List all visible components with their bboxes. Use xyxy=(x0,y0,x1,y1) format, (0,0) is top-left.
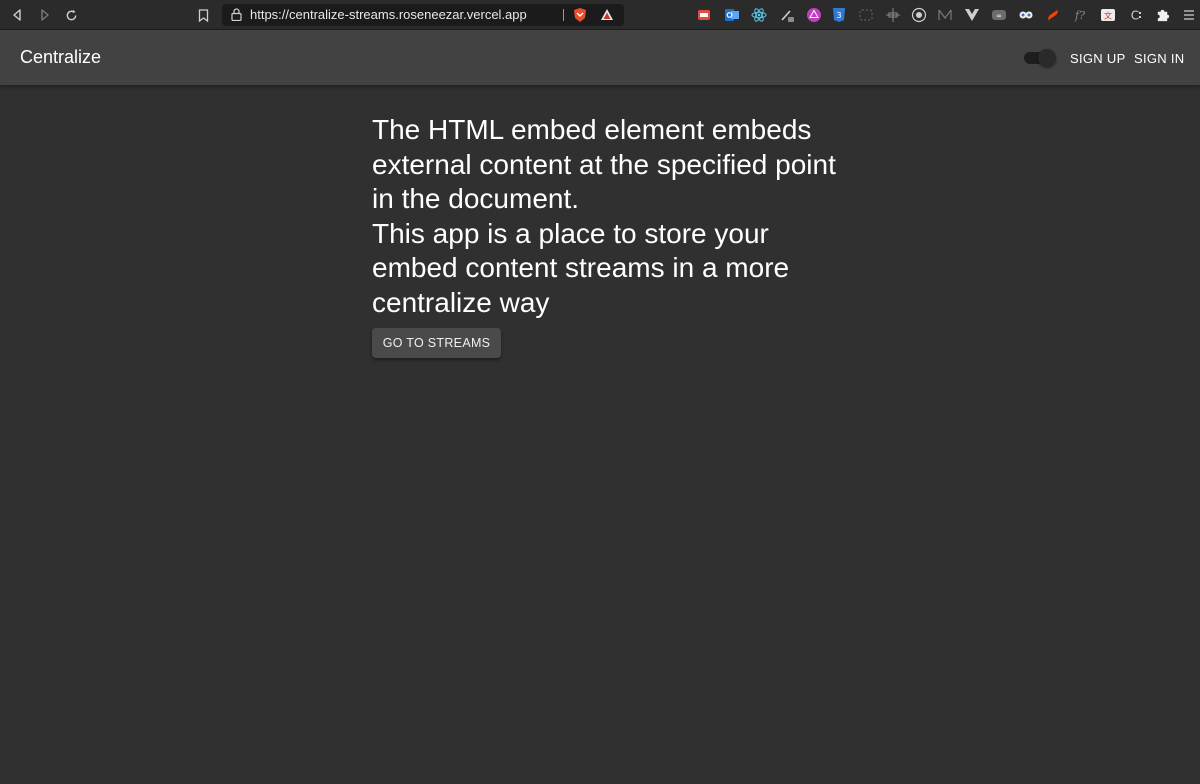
forward-icon[interactable] xyxy=(36,6,54,24)
app-title[interactable]: Centralize xyxy=(20,47,101,68)
svg-text:f?: f? xyxy=(1074,9,1085,22)
svg-text:3: 3 xyxy=(836,11,841,20)
address-separator xyxy=(563,9,564,21)
reload-icon[interactable] xyxy=(62,6,80,24)
address-bar[interactable]: https://centralize-streams.roseneezar.ve… xyxy=(222,4,624,26)
sign-up-link[interactable]: SIGN UP xyxy=(1070,51,1126,66)
brave-shield-icon[interactable] xyxy=(572,7,588,28)
back-icon[interactable] xyxy=(8,6,26,24)
extension-graphql-icon[interactable] xyxy=(805,6,823,24)
hero-paragraph-app: This app is a place to store your embed … xyxy=(372,217,842,321)
lock-icon xyxy=(231,8,242,26)
extension-codepen-icon[interactable]: C xyxy=(1126,6,1144,24)
extension-translate-icon[interactable]: 文 xyxy=(1099,6,1117,24)
browser-menu-icon[interactable] xyxy=(1180,6,1198,24)
browser-toolbar: https://centralize-streams.roseneezar.ve… xyxy=(0,0,1200,30)
go-to-streams-button[interactable]: GO TO STREAMS xyxy=(372,328,501,358)
extension-red-icon[interactable] xyxy=(695,6,713,24)
extension-css-icon[interactable]: 3 xyxy=(830,6,848,24)
toggle-thumb xyxy=(1038,49,1056,67)
extension-infinity-icon[interactable]: ∞ xyxy=(990,6,1008,24)
extensions-puzzle-icon[interactable] xyxy=(1153,6,1171,24)
svg-text:∞: ∞ xyxy=(996,12,1002,20)
extension-react-icon[interactable] xyxy=(750,6,768,24)
sign-in-link[interactable]: SIGN IN xyxy=(1134,51,1185,66)
app-bar: Centralize SIGN UP SIGN IN xyxy=(0,30,1200,85)
bookmark-icon[interactable] xyxy=(194,6,212,24)
hero-text: The HTML embed element embeds external c… xyxy=(372,113,842,320)
extension-vue-icon[interactable] xyxy=(963,6,981,24)
dark-mode-toggle[interactable] xyxy=(1024,49,1058,67)
url-text[interactable]: https://centralize-streams.roseneezar.ve… xyxy=(250,7,527,22)
hero-paragraph-embed: The HTML embed element embeds external c… xyxy=(372,113,842,217)
svg-text:C: C xyxy=(1131,9,1139,23)
extension-outlook-icon[interactable] xyxy=(723,6,741,24)
extension-ruler-icon[interactable] xyxy=(884,6,902,24)
extension-eyes-icon[interactable] xyxy=(1017,6,1035,24)
extension-target-icon[interactable] xyxy=(910,6,928,24)
svg-text:文: 文 xyxy=(1104,11,1112,21)
extension-svelte-icon[interactable] xyxy=(1044,6,1062,24)
extension-medium-icon[interactable] xyxy=(936,6,954,24)
extension-eyedropper-icon[interactable] xyxy=(778,6,796,24)
extension-selection-icon[interactable] xyxy=(857,6,875,24)
extension-function-icon[interactable]: f? xyxy=(1071,6,1089,24)
brave-rewards-icon[interactable] xyxy=(600,8,614,27)
